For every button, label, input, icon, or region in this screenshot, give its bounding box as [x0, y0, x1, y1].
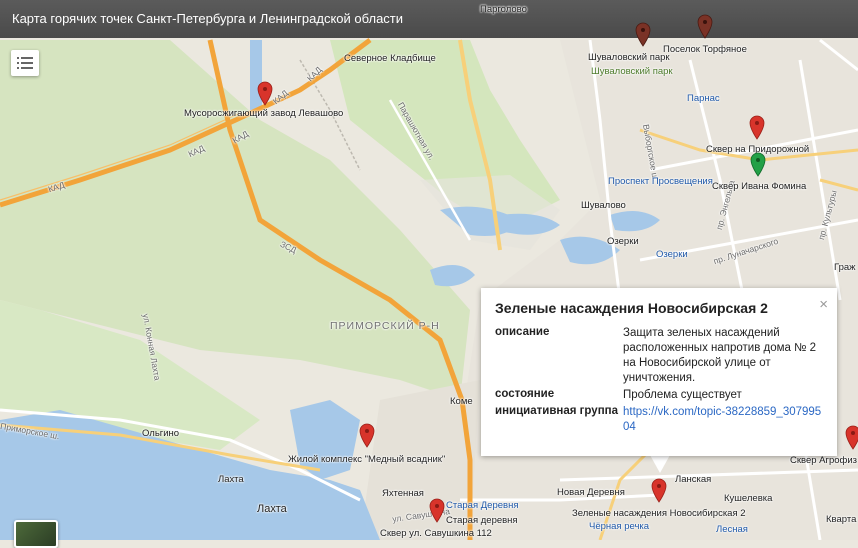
map-pin-green[interactable] [750, 152, 766, 177]
legend-toggle-button[interactable] [11, 50, 39, 76]
park-label: Шуваловский парк [591, 66, 673, 77]
map-pin-red[interactable] [257, 81, 273, 106]
info-row-group: инициативная группа https://vk.com/topic… [495, 405, 823, 435]
map-pin-dark[interactable] [635, 22, 651, 47]
metro-label: Чёрная речка [589, 521, 650, 532]
place-label: Мусоросжигающий завод Левашово [184, 108, 344, 119]
info-window-title: Зеленые насаждения Новосибирская 2 [495, 300, 768, 316]
map-pin-dark[interactable] [697, 14, 713, 39]
map-pin-red[interactable] [749, 115, 765, 140]
place-label: Шувалово [581, 200, 626, 211]
list-icon [17, 57, 33, 69]
place-label: Лахта [218, 474, 244, 485]
place-label: Северное Кладбище [344, 53, 436, 64]
metro-label: Озерки [656, 249, 688, 260]
metro-label: Старая Деревня [446, 500, 519, 511]
place-label: Шуваловский парк [588, 52, 670, 63]
place-label: Граж [834, 262, 856, 273]
map-pin-red[interactable] [429, 498, 445, 523]
info-row-status: состояние Проблема существует [495, 388, 823, 403]
place-label: Новая Деревня [557, 487, 625, 498]
info-key: описание [495, 326, 550, 338]
map-pin-red[interactable] [359, 423, 375, 448]
close-icon[interactable]: × [819, 296, 828, 313]
map-title-bar: Карта горячих точек Санкт-Петербурга и Л… [0, 0, 858, 38]
metro-label: Проспект Просвещения [608, 176, 713, 187]
map-title: Карта горячих точек Санкт-Петербурга и Л… [12, 11, 404, 26]
place-label: Коме [450, 396, 473, 407]
group-link[interactable]: https://vk.com/topic-38228859_30799504 [623, 406, 821, 433]
map-pin-red-selected[interactable] [651, 478, 667, 503]
info-value: Защита зеленых насаждений расположенных … [623, 327, 817, 384]
metro-label: Парнас [687, 93, 720, 104]
place-label: Старая деревня [446, 515, 518, 526]
info-value: Проблема существует [623, 389, 742, 401]
place-label: Зеленые насаждения Новосибирская 2 [572, 508, 746, 519]
info-key: инициативная группа [495, 405, 618, 417]
place-label: Жилой комплекс "Медный всадник" [288, 454, 446, 465]
info-window: × Зеленые насаждения Новосибирская 2 опи… [481, 288, 837, 456]
place-label: Яхтенная [382, 488, 424, 499]
place-label: Сквер ул. Савушкина 112 [380, 528, 492, 539]
place-label: Сквер Ивана Фомина [712, 181, 807, 192]
place-label: Сквер Агрофиз [790, 455, 858, 466]
info-row-description: описание Защита зеленых насаждений распо… [495, 326, 823, 386]
place-label: Кушелевка [724, 493, 773, 504]
place-label: Озерки [607, 236, 639, 247]
metro-label: Лесная [716, 524, 748, 535]
place-label: Лахта [257, 503, 287, 515]
map-pin-red[interactable] [845, 425, 858, 450]
place-label: Парголово [480, 4, 527, 15]
place-label: Кварта [826, 514, 857, 525]
info-key: состояние [495, 388, 555, 400]
satellite-view-toggle[interactable] [14, 520, 58, 548]
place-label: Ланская [675, 474, 712, 485]
place-label: Ольгино [142, 428, 180, 439]
place-label: Поселок Торфяное [663, 44, 747, 55]
district-label: ПРИМОРСКИЙ Р-Н [330, 320, 440, 332]
info-window-tail [650, 455, 670, 473]
